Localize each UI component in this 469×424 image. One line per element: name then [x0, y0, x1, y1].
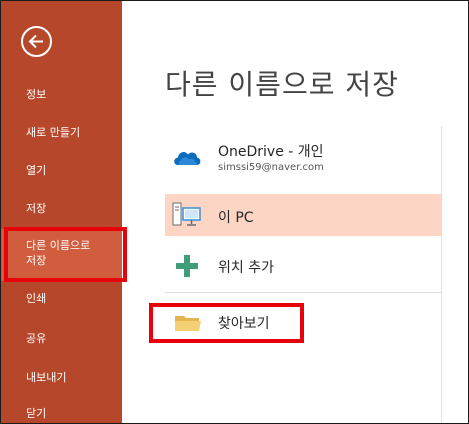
sidebar-item-close[interactable]: 닫기: [1, 406, 122, 421]
sidebar-item-open[interactable]: 열기: [1, 163, 122, 178]
plus-icon: [176, 255, 198, 277]
location-this-pc[interactable]: 이 PC: [165, 194, 441, 236]
location-onedrive-label: OneDrive - 개인: [218, 144, 324, 160]
backstage-window: 정보 새로 만들기 열기 저장 다른 이름으로 저장 인쇄 공유 내보내기 닫기…: [0, 0, 469, 424]
sidebar-item-info[interactable]: 정보: [1, 87, 122, 102]
location-browse[interactable]: 찾아보기: [165, 303, 441, 341]
column-divider: [441, 126, 442, 423]
backstage-main: 다른 이름으로 저장 OneDrive - 개인 simssi59@naver.…: [122, 1, 468, 423]
location-browse-label: 찾아보기: [218, 316, 270, 332]
sidebar-item-new[interactable]: 새로 만들기: [1, 125, 122, 140]
sidebar-item-print[interactable]: 인쇄: [1, 291, 122, 306]
location-add-place[interactable]: 위치 추가: [165, 246, 441, 286]
sidebar-item-save-as-label-line1: 다른 이름으로: [26, 239, 91, 252]
location-onedrive-account: simssi59@naver.com: [218, 162, 324, 173]
sidebar-item-save[interactable]: 저장: [1, 201, 122, 216]
back-arrow-icon: [28, 34, 43, 49]
sidebar-item-export[interactable]: 내보내기: [1, 370, 122, 385]
folder-icon: [175, 316, 201, 331]
location-onedrive[interactable]: OneDrive - 개인 simssi59@naver.com: [165, 134, 441, 182]
backstage-sidebar: 정보 새로 만들기 열기 저장 다른 이름으로 저장 인쇄 공유 내보내기 닫기: [1, 1, 122, 423]
back-button[interactable]: [21, 26, 52, 57]
page-title: 다른 이름으로 저장: [165, 68, 399, 101]
sidebar-item-save-as-label-line2: 저장: [26, 254, 47, 267]
location-this-pc-label: 이 PC: [218, 210, 254, 226]
sidebar-item-save-as[interactable]: 다른 이름으로 저장: [1, 229, 122, 281]
sidebar-item-share[interactable]: 공유: [1, 331, 122, 346]
cloud-icon: [174, 152, 201, 165]
computer-icon: [172, 202, 201, 226]
location-add-place-label: 위치 추가: [218, 260, 274, 276]
locations-separator: [165, 292, 441, 293]
